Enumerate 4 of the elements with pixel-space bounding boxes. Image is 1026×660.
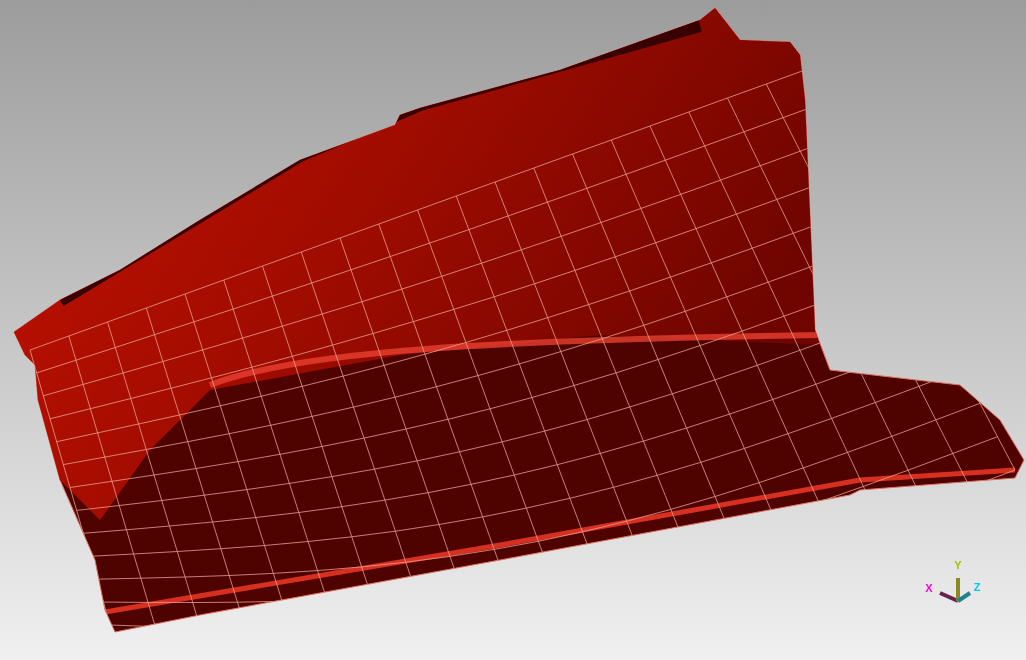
axis-label: Y xyxy=(954,559,962,571)
axis-label: Z xyxy=(973,581,981,593)
axis-triad-icon xyxy=(939,578,972,603)
axis-label: X xyxy=(925,582,933,594)
